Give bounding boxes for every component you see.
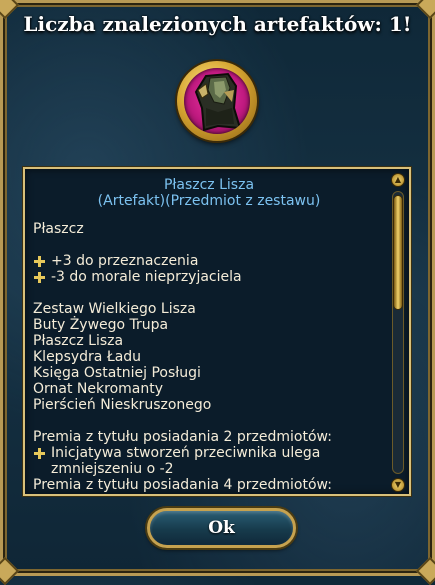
ok-button[interactable]: Ok <box>147 508 296 548</box>
set-item: Buty Żywego Trupa <box>33 317 169 333</box>
scroll-up-arrow-icon[interactable]: ▲ <box>391 173 405 187</box>
plus-icon <box>33 255 46 268</box>
set-bonus-text: Inicjatywa stworzeń przeciwnika ulega zm… <box>51 445 321 477</box>
set-item: Księga Ostatniej Posługi <box>33 365 201 381</box>
set-item: Klepsydra Ładu <box>33 349 142 365</box>
plus-icon <box>33 447 46 460</box>
cloak-artifact-icon <box>184 68 250 134</box>
frame-corner-ornament <box>415 556 435 585</box>
bonus-text: -3 do morale nieprzyjaciela <box>51 269 242 285</box>
bonus-text: +3 do przeznaczenia <box>51 253 199 269</box>
artifact-description-panel[interactable]: Płaszcz Lisza (Artefakt)(Przedmiot z zes… <box>23 167 411 496</box>
artifact-type: (Artefakt)(Przedmiot z zestawu) <box>97 193 321 209</box>
scroll-thumb[interactable] <box>393 195 403 310</box>
bonus-line: +3 do przeznaczenia <box>33 253 385 269</box>
dialog-title: Liczba znalezionych artefaktów: 1! <box>23 12 412 36</box>
scrollbar[interactable]: ▲ ▼ <box>389 173 407 492</box>
artifact-name: Płaszcz Lisza <box>163 177 255 193</box>
bonus-line: -3 do morale nieprzyjaciela <box>33 269 385 285</box>
set-bonus-line: Inicjatywa stworzeń przeciwnika ulega zm… <box>33 445 385 477</box>
artifact-icon-frame[interactable] <box>177 61 257 141</box>
set-name: Zestaw Wielkiego Lisza <box>33 301 196 317</box>
set-bonus-header: Premia z tytułu posiadania 2 przedmiotów… <box>33 429 332 445</box>
set-item: Płaszcz Lisza <box>33 333 124 349</box>
description-content: Płaszcz Lisza (Artefakt)(Przedmiot z zes… <box>33 175 385 493</box>
frame-corner-ornament <box>0 556 20 585</box>
set-item: Ornat Nekromanty <box>33 381 163 397</box>
set-bonus-header: Premia z tytułu posiadania 4 przedmiotów… <box>33 477 332 493</box>
artifact-slot: Płaszcz <box>33 221 84 237</box>
scroll-down-arrow-icon[interactable]: ▼ <box>391 478 405 492</box>
set-item: Pierścień Nieskruszonego <box>33 397 212 413</box>
plus-icon <box>33 271 46 284</box>
